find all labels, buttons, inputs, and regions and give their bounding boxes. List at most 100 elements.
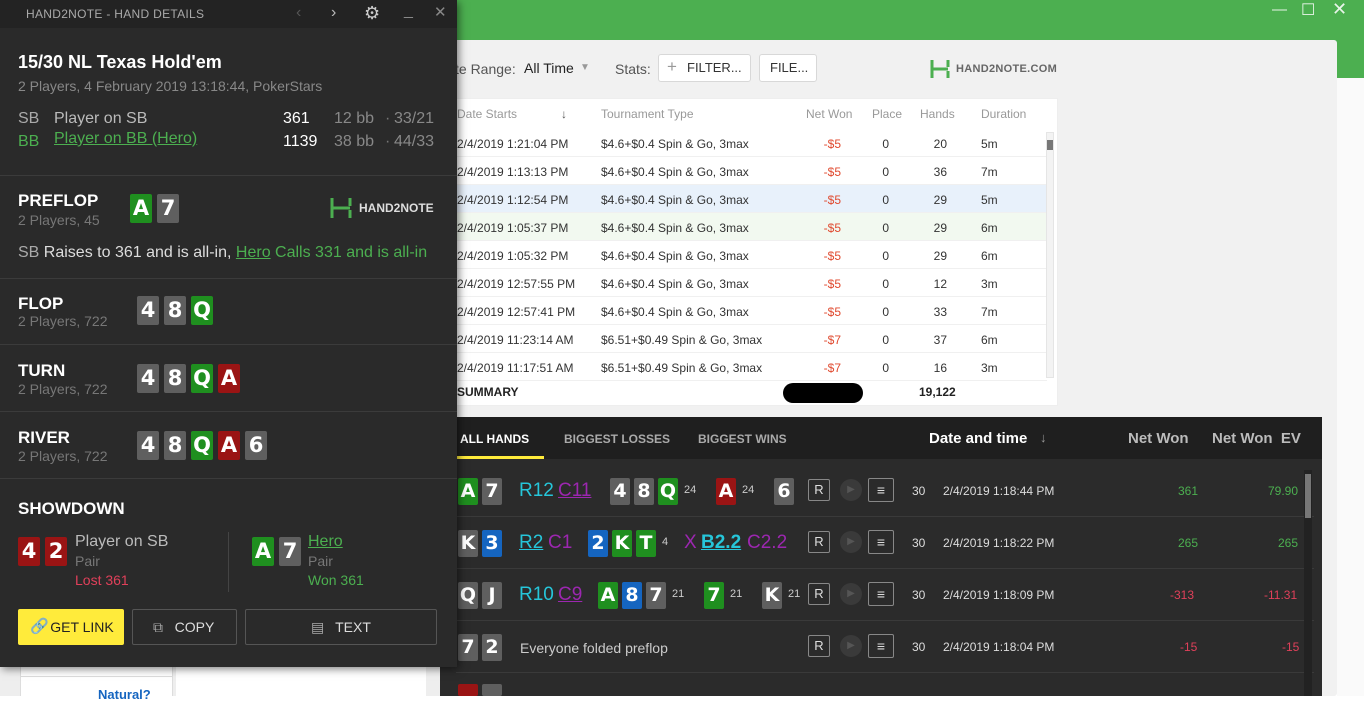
table-cell: $4.6+$0.4 Spin & Go, 3max [601, 277, 749, 291]
board-cards: 48Q [137, 296, 218, 325]
replay-button[interactable]: R [808, 635, 830, 657]
sort-arrow-icon[interactable]: ↓ [561, 107, 567, 121]
action-text: Calls 331 and is all-in [275, 244, 428, 261]
window-title-bar[interactable]: HAND2NOTE - HAND DETAILS ‹ › ⚙ _ ✕ [0, 0, 457, 28]
hand-net: -15 [1180, 640, 1198, 654]
table-cell: 5m [981, 137, 998, 151]
showdown-p2-hand: Pair [308, 553, 333, 569]
card: J [482, 582, 502, 609]
table-row[interactable]: 2/4/2019 1:13:13 PM $4.6+$0.4 Spin & Go, … [441, 157, 1047, 185]
col-net-won[interactable]: Net Won [1128, 430, 1189, 447]
col-hands[interactable]: Hands [920, 107, 955, 121]
action-call: C11 [558, 480, 592, 501]
table-scrollbar-thumb[interactable] [1047, 140, 1053, 150]
text-button[interactable]: ▤ TEXT [245, 609, 437, 645]
card: 8 [164, 431, 186, 460]
card: A [716, 478, 736, 505]
col-duration[interactable]: Duration [981, 107, 1026, 121]
table-cell: $4.6+$0.4 Spin & Go, 3max [601, 193, 749, 207]
hand-row[interactable]: A 7 R12 C11 4 8 Q 24 A 24 6 R ▶ ≡ 30 2/4… [456, 465, 1314, 517]
street-name: TURN [18, 361, 66, 380]
filter-button[interactable]: + FILTER... [658, 54, 751, 82]
tab-all-hands[interactable]: ALL HANDS [460, 432, 529, 446]
table-scrollbar[interactable] [1046, 132, 1054, 378]
table-row[interactable]: 2/4/2019 1:05:32 PM $4.6+$0.4 Spin & Go, … [441, 241, 1047, 269]
copy-button[interactable]: ⧉ COPY [132, 609, 237, 645]
close-icon[interactable]: ✕ [434, 3, 447, 21]
notes-icon[interactable]: ≡ [868, 478, 894, 502]
table-cell: -$5 [823, 277, 841, 291]
col-date-and-time[interactable]: Date and time [929, 430, 1027, 447]
maximize-icon[interactable]: ☐ [1301, 0, 1315, 20]
play-icon[interactable]: ▶ [840, 531, 862, 553]
date-range-select[interactable]: All Time [524, 60, 574, 76]
sort-arrow-icon[interactable]: ↓ [1040, 430, 1047, 445]
prev-icon[interactable]: ‹ [296, 4, 301, 22]
close-icon[interactable]: ✕ [1332, 0, 1347, 20]
table-row[interactable]: 2/4/2019 1:05:37 PM $4.6+$0.4 Spin & Go, … [441, 213, 1047, 241]
table-row[interactable]: 2/4/2019 1:21:04 PM $4.6+$0.4 Spin & Go, … [441, 129, 1047, 157]
divider [0, 478, 457, 479]
hand-row[interactable]: Q J R10 C9 A 8 7 21 7 21 K 21 R ▶ ≡ 30 2… [456, 569, 1314, 621]
gear-icon[interactable]: ⚙ [364, 3, 380, 24]
copy-label: COPY [174, 619, 215, 635]
preflop-actions: SB Raises to 361 and is all-in, Hero Cal… [18, 244, 427, 262]
hands-tabs-bar: ALL HANDS BIGGEST LOSSES BIGGEST WINS [440, 417, 1322, 459]
hand-bb: 30 [912, 484, 926, 498]
get-link-button[interactable]: 🔗 GET LINK [18, 609, 124, 645]
play-icon[interactable]: ▶ [840, 583, 862, 605]
file-button[interactable]: FILE... [759, 54, 817, 82]
hand-net-ev: 265 [1278, 536, 1299, 550]
divider [0, 344, 457, 345]
table-cell: 29 [933, 249, 947, 263]
card: A [218, 431, 240, 460]
replay-button[interactable]: R [808, 531, 830, 553]
card: 4 [610, 478, 630, 505]
hero-link[interactable]: Hero [236, 244, 271, 261]
hand-row[interactable]: 7 2 Everyone folded preflop R ▶ ≡ 30 2/4… [456, 621, 1314, 673]
table-row[interactable]: 2/4/2019 11:17:51 AM $6.51+$0.49 Spin & G… [441, 353, 1047, 381]
replay-button[interactable]: R [808, 583, 830, 605]
play-icon[interactable]: ▶ [840, 479, 862, 501]
background-card [176, 667, 426, 696]
replay-button[interactable]: R [808, 479, 830, 501]
hero-name[interactable]: Player on BB (Hero) [54, 130, 197, 148]
next-icon[interactable]: › [331, 4, 336, 22]
table-row[interactable]: 2/4/2019 12:57:41 PM $4.6+$0.4 Spin & Go,… [441, 297, 1047, 325]
tab-biggest-losses[interactable]: BIGGEST LOSSES [564, 432, 670, 446]
table-row[interactable]: 2/4/2019 1:12:54 PM $4.6+$0.4 Spin & Go, … [441, 185, 1047, 213]
col-place[interactable]: Place [872, 107, 902, 121]
action-call: C9 [558, 584, 583, 605]
col-date-starts[interactable]: Date Starts [457, 107, 517, 121]
player-bb: 38 bb [334, 133, 375, 150]
showdown-p2-result: Won 361 [308, 572, 364, 588]
notes-icon[interactable]: ≡ [868, 530, 894, 554]
table-cell: 0 [882, 221, 889, 235]
minimize-icon[interactable]: _ [404, 2, 413, 20]
table-row[interactable]: 2/4/2019 11:23:14 AM $6.51+$0.49 Spin & G… [441, 325, 1047, 353]
pot-size: 4 [662, 536, 669, 548]
col-tournament-type[interactable]: Tournament Type [601, 107, 694, 121]
play-icon[interactable]: ▶ [840, 635, 862, 657]
pot-size: 24 [742, 484, 755, 496]
notes-icon[interactable]: ≡ [868, 634, 894, 658]
document-icon: ▤ [311, 619, 325, 635]
col-net-won-ev[interactable]: Net Won EV [1212, 430, 1301, 447]
hand-row[interactable]: K 3 R2 C1 2 K T 4 X B2.2 C2.2 R ▶ ≡ 30 2… [456, 517, 1314, 569]
notes-icon[interactable]: ≡ [868, 582, 894, 606]
table-cell: 20 [933, 137, 947, 151]
showdown-p1-name: Player on SB [75, 533, 169, 550]
hands-scrollbar-thumb[interactable] [1305, 474, 1311, 518]
card: A [458, 478, 478, 505]
stats-label: Stats: [615, 61, 651, 77]
showdown-p2-name[interactable]: Hero [308, 533, 343, 551]
tab-biggest-wins[interactable]: BIGGEST WINS [698, 432, 787, 446]
card: 8 [634, 478, 654, 505]
minimize-icon[interactable]: — [1272, 1, 1287, 18]
card: 8 [164, 364, 186, 393]
natural-link[interactable]: Natural? [98, 687, 151, 702]
col-net-won[interactable]: Net Won [806, 107, 852, 121]
chevron-down-icon[interactable]: ▼ [580, 62, 590, 73]
table-row[interactable]: 2/4/2019 12:57:55 PM $4.6+$0.4 Spin & Go,… [441, 269, 1047, 297]
action-text: Raises to 361 and is all-in, [43, 244, 232, 261]
